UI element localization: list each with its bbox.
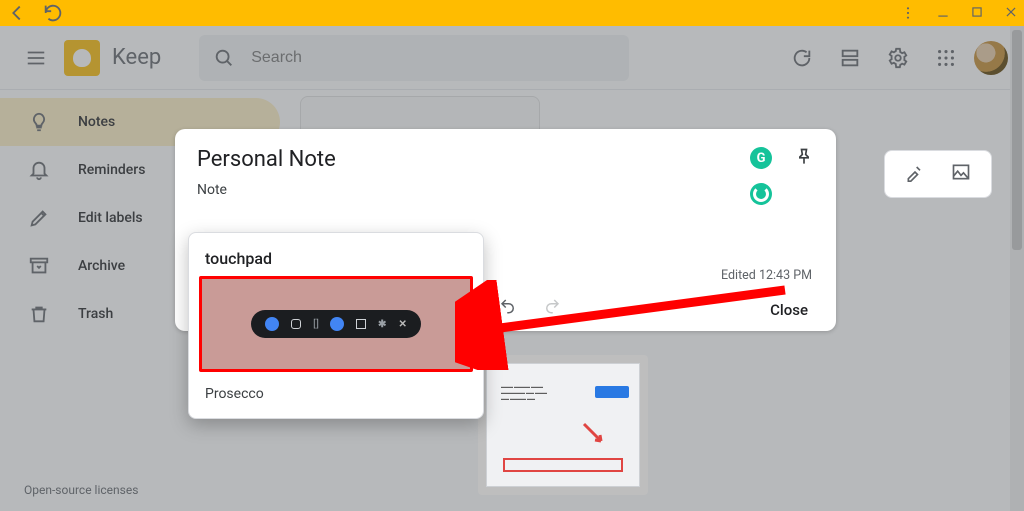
paste-card-title: touchpad	[189, 233, 483, 276]
paste-card-image: [ ] ✱ ✕	[199, 276, 473, 372]
kebab-icon[interactable]	[900, 5, 916, 21]
redo-button[interactable]	[543, 297, 561, 319]
pin-button[interactable]	[794, 147, 814, 171]
os-titlebar	[0, 0, 1024, 26]
edited-timestamp: Edited 12:43 PM	[721, 268, 812, 283]
note-title[interactable]: Personal Note	[197, 147, 814, 172]
undo-button[interactable]	[499, 297, 517, 319]
grammarly-spinner-icon	[750, 183, 772, 205]
image-icon[interactable]	[951, 162, 971, 186]
paste-card-footer: Prosecco	[189, 372, 483, 418]
window-minimize-icon[interactable]	[936, 5, 950, 21]
notes-toolbar	[884, 150, 992, 198]
window-maximize-icon[interactable]	[970, 5, 984, 21]
window-close-icon[interactable]	[1004, 5, 1018, 21]
attached-image-thumbnail[interactable]: ▬▬▬ ▬▬▬▬ ▬▬▬▬▬▬▬▬▬ ▬▬ ▬▬▬▬▬ ▬▬▬▬ ▬▬	[478, 355, 648, 495]
back-icon[interactable]	[6, 2, 28, 24]
clipboard-paste-card[interactable]: touchpad [ ] ✱ ✕ Prosecco	[188, 232, 484, 419]
paint-icon[interactable]	[905, 162, 925, 186]
note-body[interactable]: Note	[197, 182, 814, 198]
reload-icon[interactable]	[42, 2, 64, 24]
shelf-capsule: [ ] ✱ ✕	[251, 310, 421, 338]
grammarly-icon[interactable]: G	[750, 147, 772, 169]
close-button[interactable]: Close	[770, 301, 808, 319]
